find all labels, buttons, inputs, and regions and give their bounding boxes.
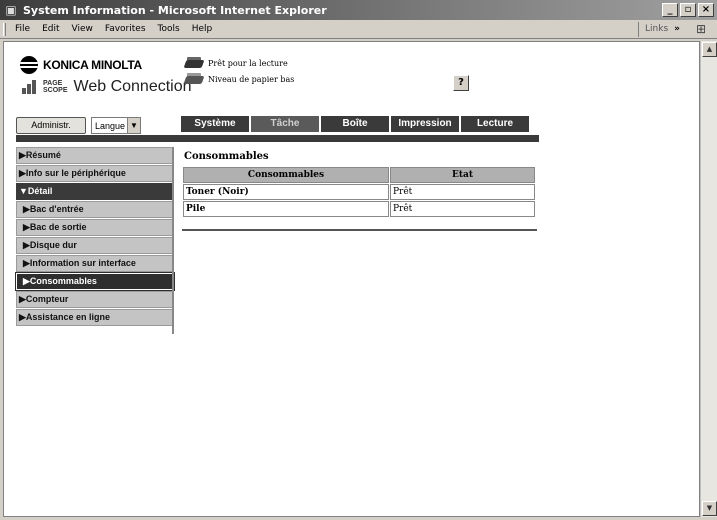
sidebar-item-disque-dur[interactable]: ▶Disque dur bbox=[16, 237, 174, 254]
tab-impression[interactable]: Impression bbox=[391, 116, 459, 132]
vertical-scrollbar[interactable]: ▲ ▼ bbox=[700, 41, 717, 517]
sidebar: ▶Résumé ▶Info sur le périphérique ▼Détai… bbox=[15, 147, 175, 327]
table-row: Toner (Noir) Prêt bbox=[183, 184, 535, 200]
links-toolbar[interactable]: Links » bbox=[638, 21, 680, 37]
sidebar-item-info-peripherique[interactable]: ▶Info sur le périphérique bbox=[16, 165, 174, 182]
menu-favorites[interactable]: Favorites bbox=[99, 24, 152, 34]
language-select[interactable]: Langue ▼ bbox=[91, 117, 141, 134]
sidebar-item-assistance[interactable]: ▶Assistance en ligne bbox=[16, 309, 174, 326]
web-connection-logo: PAGE SCOPE Web Connection bbox=[20, 78, 192, 96]
admin-button[interactable]: Administr. bbox=[16, 117, 86, 134]
links-label: Links bbox=[645, 24, 669, 34]
product-name: Web Connection bbox=[73, 78, 192, 95]
minimize-button[interactable]: _ bbox=[662, 3, 678, 17]
window-title: System Information - Microsoft Internet … bbox=[23, 3, 327, 17]
menu-bar: File Edit View Favorites Tools Help Link… bbox=[0, 20, 717, 39]
chevron-down-icon[interactable]: ▼ bbox=[127, 118, 140, 133]
tab-systeme[interactable]: Système bbox=[181, 116, 249, 132]
sidebar-item-bac-sortie[interactable]: ▶Bac de sortie bbox=[16, 219, 174, 236]
column-header-consommables: Consommables bbox=[183, 167, 389, 183]
sidebar-item-bac-entree[interactable]: ▶Bac d'entrée bbox=[16, 201, 174, 218]
menu-tools[interactable]: Tools bbox=[152, 24, 186, 34]
table-header-row: Consommables Etat bbox=[183, 167, 535, 183]
language-value: Langue bbox=[95, 120, 126, 131]
konica-globe-icon bbox=[20, 56, 38, 74]
tab-underline-bar bbox=[16, 135, 539, 142]
sidebar-item-consommables[interactable]: ▶Consommables bbox=[15, 272, 175, 291]
page-title: Consommables bbox=[184, 151, 269, 162]
sidebar-item-compteur[interactable]: ▶Compteur bbox=[16, 291, 174, 308]
help-button[interactable]: ? bbox=[453, 75, 469, 91]
chevron-right-icon[interactable]: » bbox=[674, 24, 680, 34]
menu-file[interactable]: File bbox=[9, 24, 36, 34]
main-tabs: Système Tâche Boîte Impression Lecture bbox=[181, 116, 529, 132]
sidebar-item-information-interface[interactable]: ▶Information sur interface bbox=[16, 255, 174, 272]
scroll-down-icon[interactable]: ▼ bbox=[702, 501, 717, 516]
close-button[interactable]: × bbox=[698, 3, 714, 17]
pagescope-icon bbox=[20, 78, 40, 96]
sidebar-divider bbox=[172, 147, 174, 334]
brand-name: KONICA MINOLTA bbox=[43, 58, 142, 72]
toolbar-grip bbox=[3, 22, 6, 36]
ie-page-icon: ▣ bbox=[5, 3, 17, 17]
printer-icon bbox=[183, 57, 205, 69]
status-paper: Niveau de papier bas bbox=[183, 73, 295, 85]
pagescope-text: PAGE SCOPE bbox=[43, 80, 68, 94]
column-header-etat: Etat bbox=[390, 167, 535, 183]
status-ready: Prêt pour la lecture bbox=[183, 57, 288, 69]
consumable-status: Prêt bbox=[390, 184, 535, 200]
tab-boite[interactable]: Boîte bbox=[321, 116, 389, 132]
content-divider bbox=[182, 229, 537, 231]
windows-logo-icon: ⊞ bbox=[695, 22, 707, 36]
tab-tache[interactable]: Tâche bbox=[251, 116, 319, 132]
consumable-status: Prêt bbox=[390, 201, 535, 217]
tab-lecture[interactable]: Lecture bbox=[461, 116, 529, 132]
help-icon: ? bbox=[458, 77, 464, 88]
sidebar-item-resume[interactable]: ▶Résumé bbox=[16, 147, 174, 164]
scroll-up-icon[interactable]: ▲ bbox=[702, 42, 717, 57]
window-controls: _ ▫ × bbox=[662, 3, 714, 17]
menu-help[interactable]: Help bbox=[186, 24, 219, 34]
sidebar-item-detail[interactable]: ▼Détail bbox=[16, 183, 174, 200]
paper-warning-printer-icon bbox=[183, 73, 205, 85]
consumable-name: Pile bbox=[183, 201, 389, 217]
konica-minolta-logo: KONICA MINOLTA bbox=[20, 56, 142, 74]
status-paper-text: Niveau de papier bas bbox=[208, 74, 295, 84]
consumable-name: Toner (Noir) bbox=[183, 184, 389, 200]
page-content: KONICA MINOLTA PAGE SCOPE Web Connection… bbox=[3, 41, 700, 517]
window-titlebar: ▣ System Information - Microsoft Interne… bbox=[0, 0, 717, 20]
menu-view[interactable]: View bbox=[66, 24, 99, 34]
table-row: Pile Prêt bbox=[183, 201, 535, 217]
consumables-table: Consommables Etat Toner (Noir) Prêt Pile… bbox=[182, 166, 536, 218]
maximize-button[interactable]: ▫ bbox=[680, 3, 696, 17]
status-ready-text: Prêt pour la lecture bbox=[208, 58, 288, 68]
menu-edit[interactable]: Edit bbox=[36, 24, 65, 34]
